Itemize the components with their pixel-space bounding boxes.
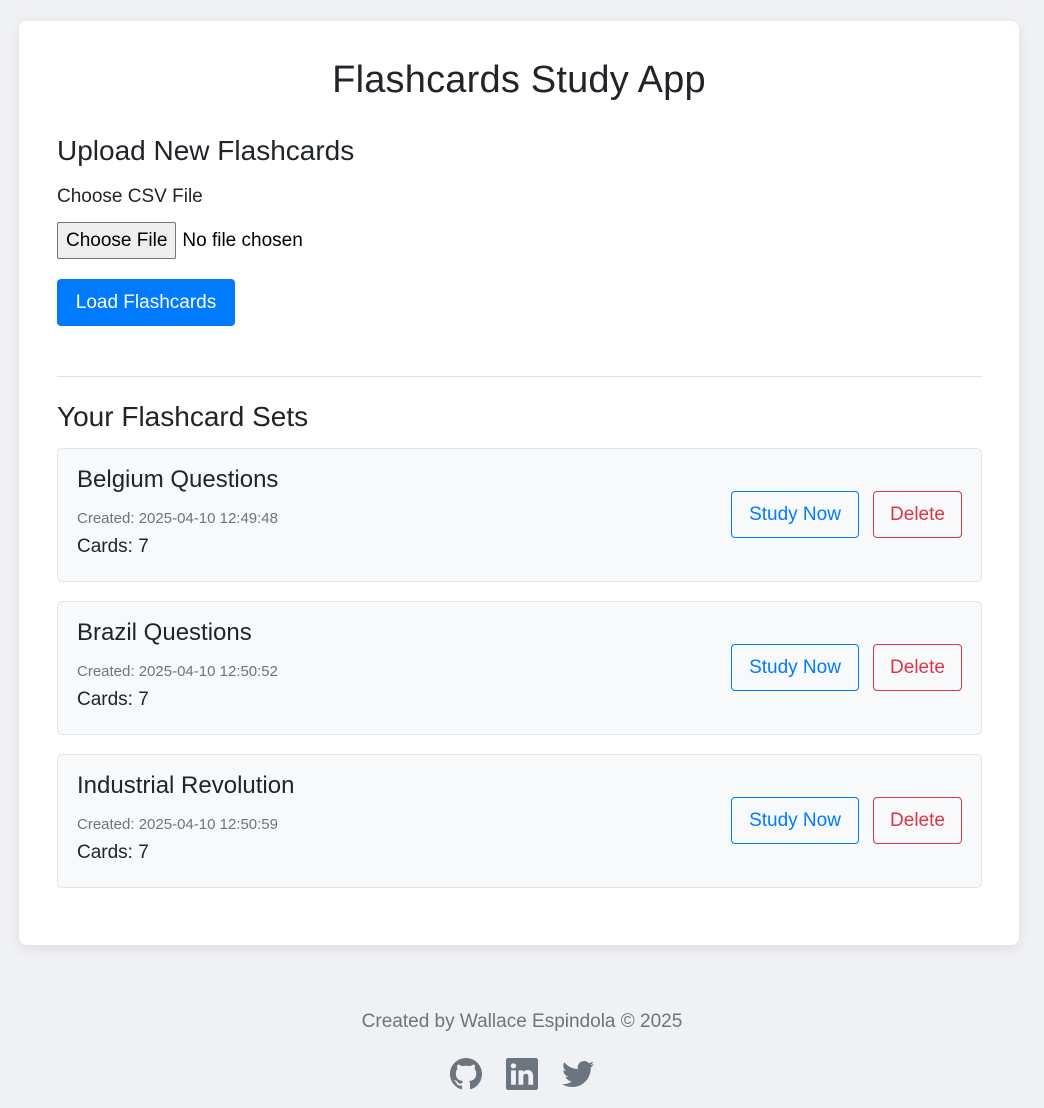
set-card-count: Cards: 7 <box>77 842 149 863</box>
sets-heading: Your Flashcard Sets <box>57 401 309 432</box>
footer-credit: Created by Wallace Espindola © 2025 <box>361 1011 683 1032</box>
study-now-button[interactable]: Study Now <box>731 797 859 844</box>
file-input[interactable]: Choose File No file chosen <box>57 222 303 259</box>
set-name: Belgium Questions <box>77 466 279 493</box>
flashcard-set-item: Brazil Questions Created: 2025-04-10 12:… <box>57 601 982 735</box>
load-flashcards-button[interactable]: Load Flashcards <box>57 279 235 326</box>
set-card-count: Cards: 7 <box>77 536 149 557</box>
delete-button[interactable]: Delete <box>873 644 962 691</box>
study-now-button[interactable]: Study Now <box>731 644 859 691</box>
flashcard-set-item: Belgium Questions Created: 2025-04-10 12… <box>57 448 982 582</box>
divider <box>57 376 982 377</box>
set-name: Brazil Questions <box>77 619 252 646</box>
study-now-button[interactable]: Study Now <box>731 491 859 538</box>
github-icon[interactable] <box>450 1058 482 1090</box>
main-card: Flashcards Study App Upload New Flashcar… <box>19 21 1019 945</box>
set-created-date: Created: 2025-04-10 12:49:48 <box>77 510 278 527</box>
upload-heading: Upload New Flashcards <box>57 135 355 166</box>
delete-button[interactable]: Delete <box>873 797 962 844</box>
twitter-icon[interactable] <box>562 1058 594 1090</box>
file-label: Choose CSV File <box>57 186 203 207</box>
set-card-count: Cards: 7 <box>77 689 149 710</box>
choose-file-button[interactable]: Choose File <box>57 222 177 259</box>
flashcard-set-item: Industrial Revolution Created: 2025-04-1… <box>57 754 982 888</box>
page-title: Flashcards Study App <box>332 59 706 101</box>
set-name: Industrial Revolution <box>77 772 295 799</box>
social-links <box>0 1058 1044 1090</box>
set-created-date: Created: 2025-04-10 12:50:59 <box>77 816 278 833</box>
file-status: No file chosen <box>182 229 303 251</box>
set-created-date: Created: 2025-04-10 12:50:52 <box>77 663 278 680</box>
linkedin-icon[interactable] <box>506 1058 538 1090</box>
delete-button[interactable]: Delete <box>873 491 962 538</box>
